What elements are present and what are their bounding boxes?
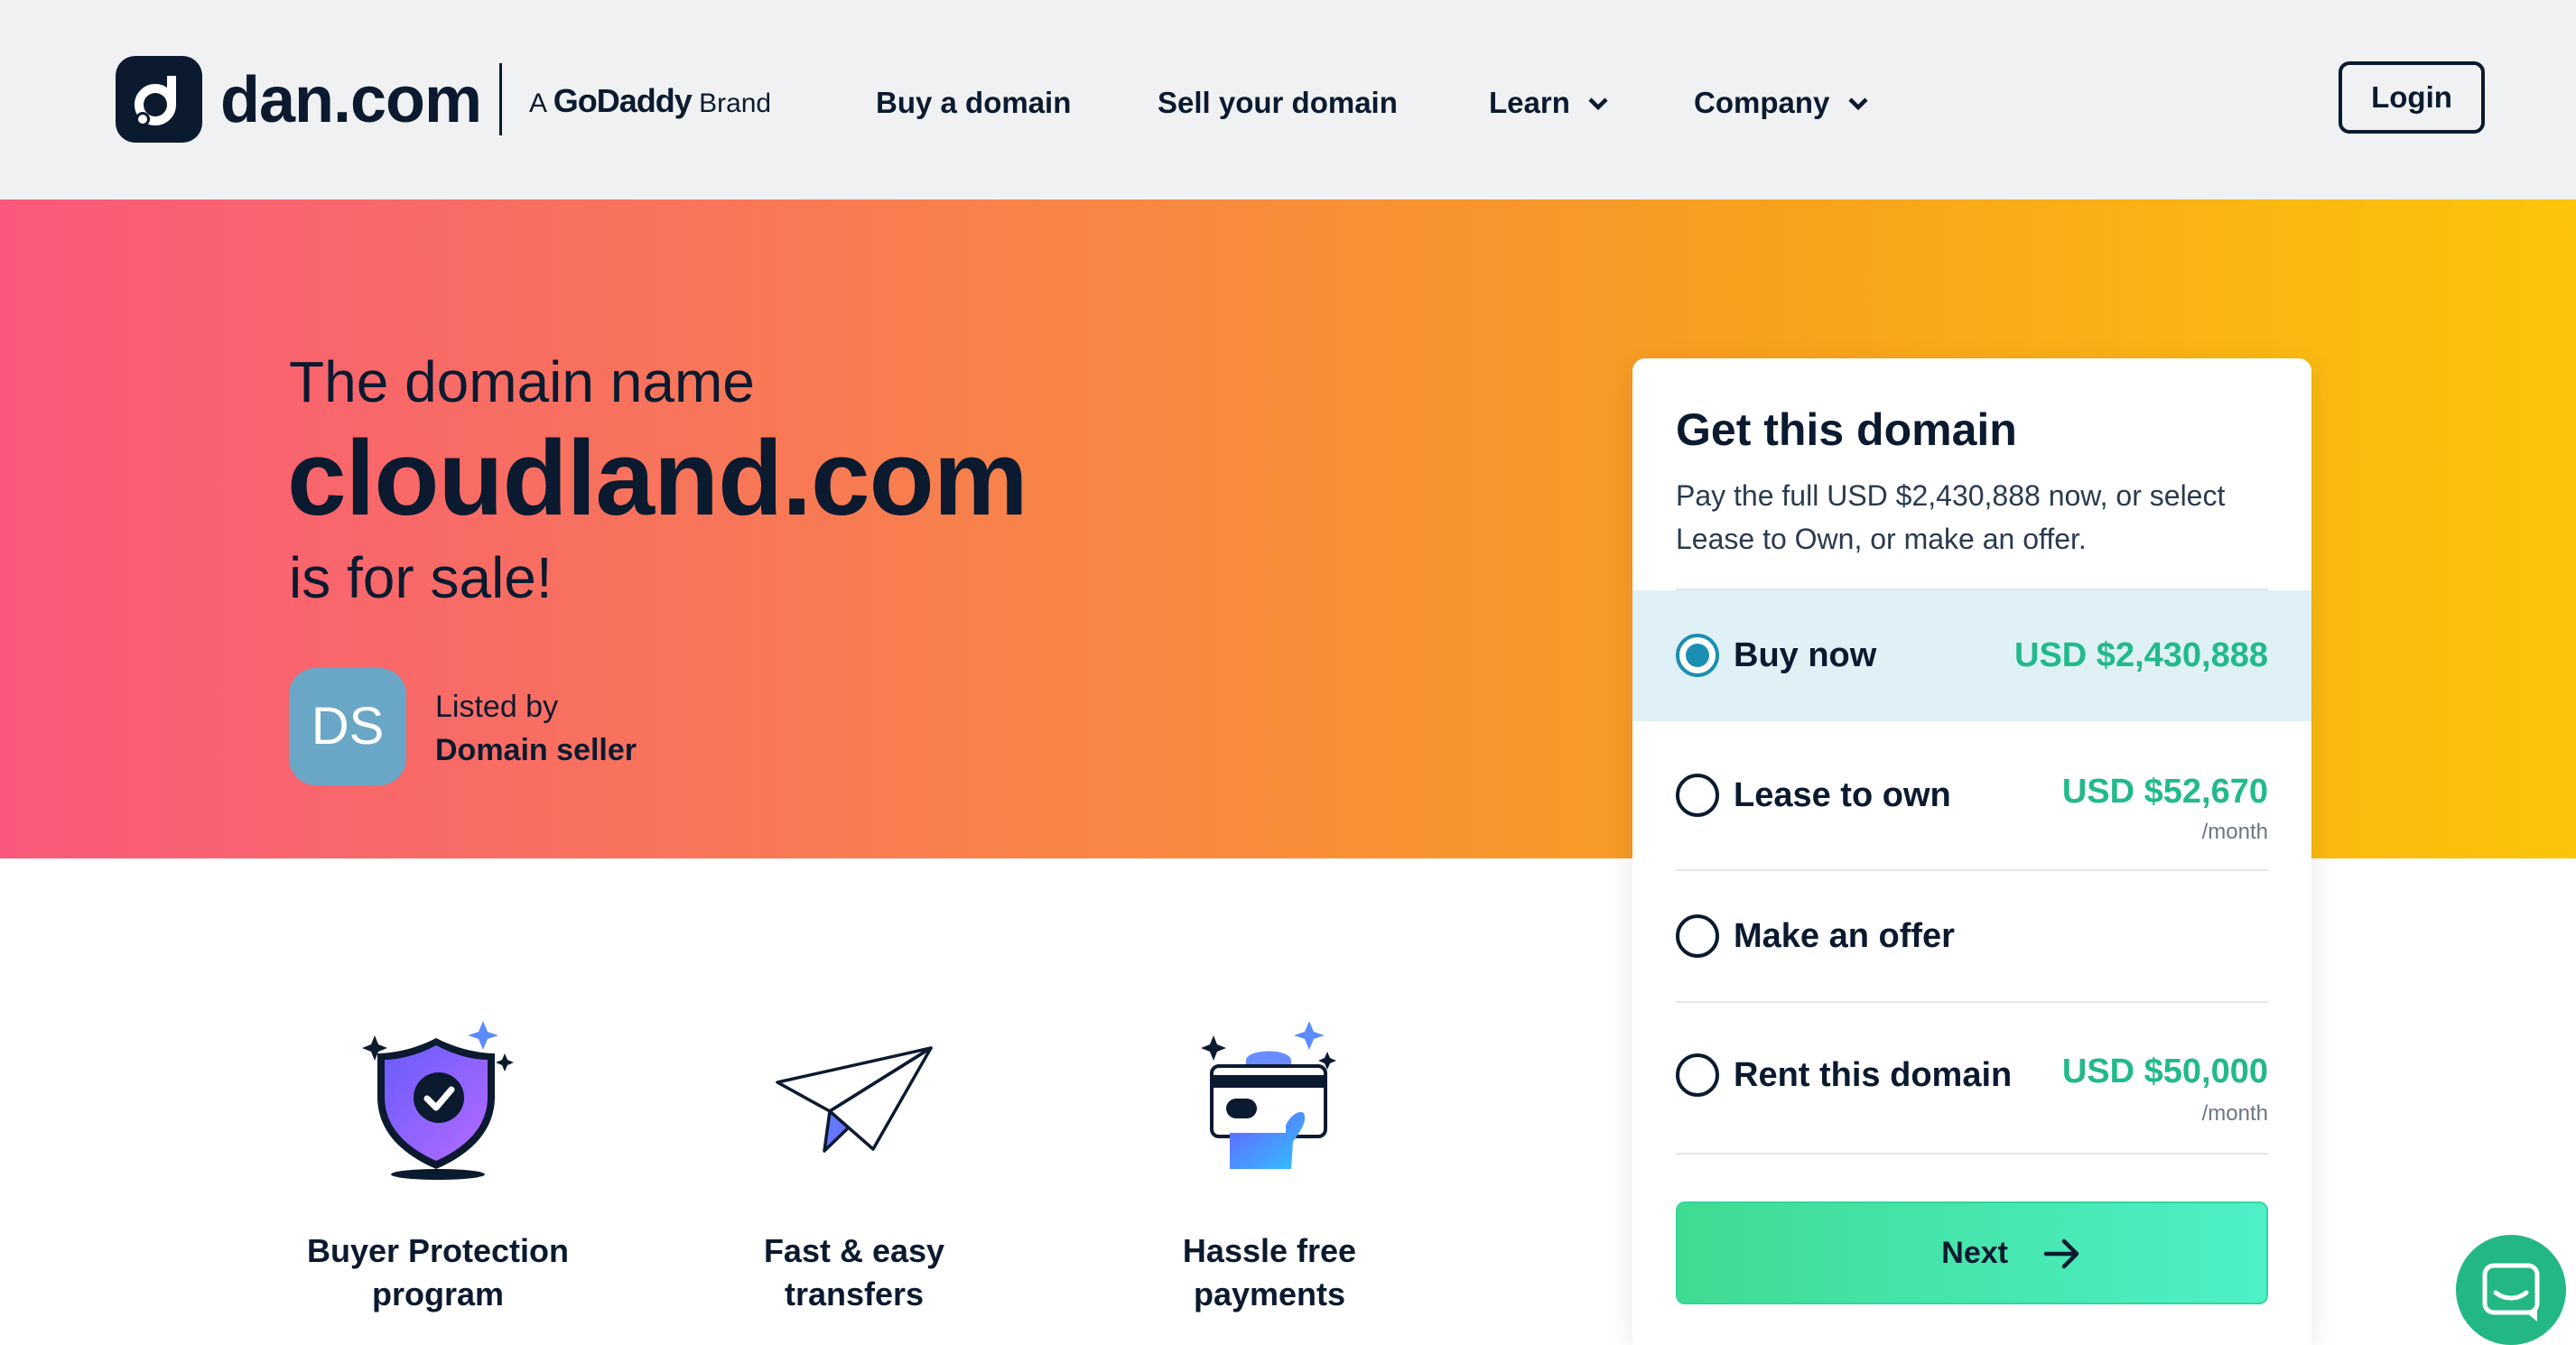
nav-company[interactable]: Company bbox=[1694, 81, 1869, 125]
card-description: Pay the full USD $2,430,888 now, or sele… bbox=[1676, 479, 2226, 555]
feature-line1: Hassle free bbox=[1182, 1232, 1357, 1269]
nav-label: Learn bbox=[1489, 86, 1570, 119]
radio-icon[interactable] bbox=[1676, 774, 1719, 817]
nav-label: Buy a domain bbox=[876, 86, 1072, 119]
brand-prefix: A bbox=[529, 88, 546, 118]
feature-line1: Fast & easy bbox=[763, 1232, 945, 1269]
option-make-an-offer[interactable]: Make an offer bbox=[1632, 871, 2311, 1001]
option-price-unit: /month bbox=[2201, 820, 2268, 844]
brand-name: GoDaddy bbox=[553, 82, 693, 119]
card-hand-icon bbox=[1201, 1021, 1336, 1169]
next-button[interactable]: Next bbox=[1676, 1201, 2268, 1304]
chat-bubble-icon bbox=[2482, 1263, 2540, 1322]
option-label: Buy now bbox=[1734, 636, 1877, 674]
feature-line1: Buyer Protection bbox=[306, 1232, 570, 1269]
chevron-down-icon bbox=[1588, 97, 1608, 111]
listed-by-label: Listed by bbox=[435, 690, 559, 724]
dan-logo-icon[interactable] bbox=[116, 56, 202, 143]
option-rent-this-domain[interactable]: Rent this domain USD $50,000 /month bbox=[1632, 1003, 2311, 1153]
feature-line2: program bbox=[371, 1275, 505, 1313]
login-button[interactable]: Login bbox=[2339, 61, 2485, 134]
feature-fast-transfers: Fast & easy transfers bbox=[705, 1229, 1003, 1316]
feature-hassle-free-payments: Hassle free payments bbox=[1121, 1229, 1418, 1316]
option-price-unit: /month bbox=[2201, 1101, 2268, 1126]
seller-name: Domain seller bbox=[435, 733, 637, 767]
nav-sell-your-domain[interactable]: Sell your domain bbox=[1158, 81, 1398, 125]
radio-icon[interactable] bbox=[1676, 1053, 1719, 1097]
get-domain-card: Get this domain Pay the full USD $2,430,… bbox=[1632, 358, 2311, 1345]
site-header: dan.com A GoDaddy Brand Buy a domain Sel… bbox=[0, 0, 2576, 199]
hero-kicker: The domain name bbox=[289, 349, 755, 414]
seller-avatar: DS bbox=[289, 668, 406, 785]
card-title: Get this domain bbox=[1676, 404, 2017, 455]
for-sale-text: is for sale! bbox=[289, 545, 553, 610]
domain-name-heading: cloudland.com bbox=[287, 419, 1028, 538]
option-price: USD $2,430,888 bbox=[2014, 636, 2268, 674]
next-button-label: Next bbox=[1941, 1236, 2008, 1270]
feature-line2: transfers bbox=[784, 1275, 925, 1313]
option-lease-to-own[interactable]: Lease to own USD $52,670 /month bbox=[1632, 723, 2311, 869]
radio-icon[interactable] bbox=[1676, 914, 1719, 958]
chat-launcher-button[interactable] bbox=[2456, 1235, 2566, 1345]
option-label: Rent this domain bbox=[1734, 1056, 2013, 1094]
nav-buy-a-domain[interactable]: Buy a domain bbox=[876, 81, 1071, 125]
option-price: USD $50,000 bbox=[2061, 1053, 2268, 1090]
radio-selected-icon[interactable] bbox=[1676, 634, 1719, 677]
option-divider bbox=[1676, 1153, 2268, 1155]
shield-check-icon bbox=[362, 1021, 514, 1180]
brand-suffix: Brand bbox=[699, 88, 772, 118]
nav-label: Company bbox=[1694, 86, 1830, 119]
nav-label: Sell your domain bbox=[1158, 86, 1398, 119]
option-price: USD $52,670 bbox=[2061, 773, 2268, 811]
feature-line2: payments bbox=[1193, 1275, 1346, 1313]
feature-buyer-protection: Buyer Protection program bbox=[289, 1229, 587, 1316]
godaddy-brand-tagline: A GoDaddy Brand bbox=[529, 83, 771, 122]
paper-plane-icon bbox=[776, 1046, 933, 1153]
option-label: Lease to own bbox=[1734, 776, 1951, 814]
option-buy-now[interactable]: Buy now USD $2,430,888 bbox=[1632, 590, 2311, 721]
nav-learn[interactable]: Learn bbox=[1489, 81, 1609, 125]
option-label: Make an offer bbox=[1734, 917, 1955, 955]
chevron-down-icon bbox=[1847, 97, 1868, 111]
logo-divider bbox=[499, 63, 502, 135]
logo-wordmark[interactable]: dan.com bbox=[220, 60, 482, 141]
arrow-right-icon bbox=[2043, 1238, 2079, 1269]
